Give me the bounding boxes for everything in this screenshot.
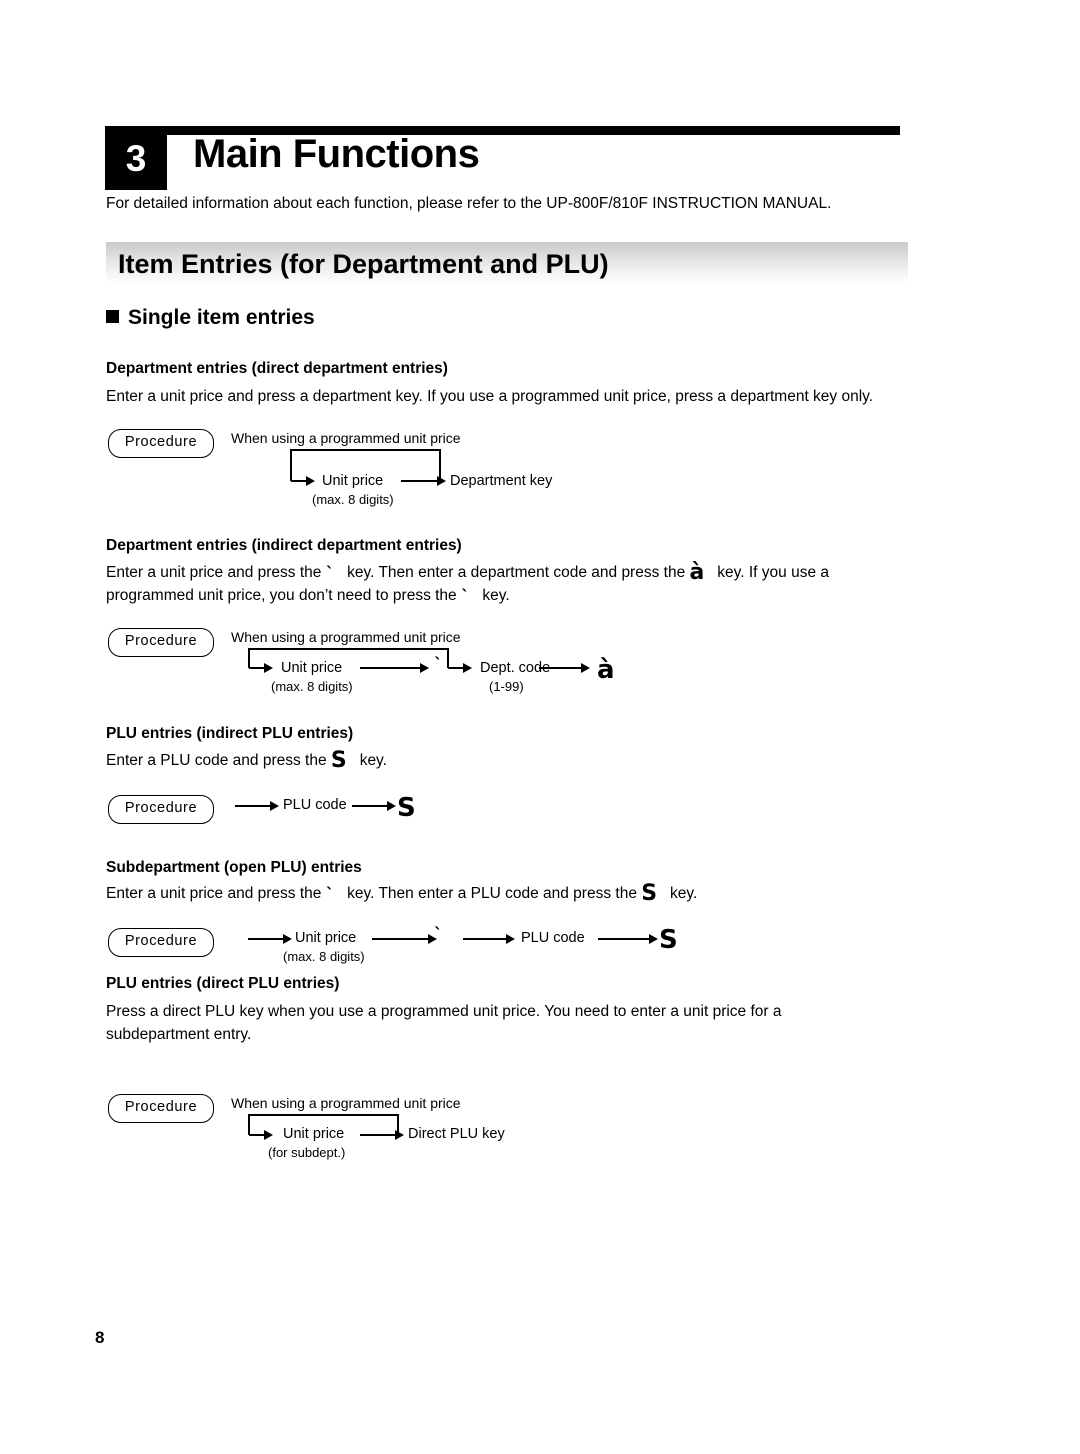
body-text-3: key. If you use a [717,564,830,581]
diagram-line [235,805,272,807]
arrow-head-icon [283,934,292,944]
diagram-label-unit-price: Unit price [281,660,343,676]
block-body-dept-indirect: Enter a unit price and press the ` key. … [106,561,946,607]
diagram-line [598,938,651,940]
price-key-icon: ` [434,925,443,945]
subsection-heading-label: Single item entries [128,306,315,329]
diagram-line [248,1114,250,1135]
section-bar: Item Entries (for Department and PLU) [106,242,908,284]
dept-key-icon: à [597,655,615,685]
diagram-label-unit-price: Unit price [283,1126,345,1142]
diagram-line [248,938,285,940]
price-key-icon: ` [325,885,335,905]
procedure-button-dept-indirect[interactable]: Procedure [108,628,214,657]
arrow-head-icon [463,663,472,673]
page-number: 8 [95,1328,105,1347]
arrow-head-icon [395,1130,404,1140]
diagram-line [447,648,449,668]
body-text-2: key. Then enter a department code and pr… [347,564,686,581]
block-title-dept-indirect: Department entries (indirect department … [106,537,462,554]
diagram-note-dept-direct: When using a programmed unit price [231,430,461,446]
arrow-head-icon [420,663,429,673]
body-text-2: key. [359,752,387,769]
block-body-plu-direct: Press a direct PLU key when you use a pr… [106,1000,966,1046]
arrow-head-icon [270,801,279,811]
chapter-number: 3 [105,128,167,190]
block-title-subdept: Subdepartment (open PLU) entries [106,859,362,876]
block-body-plu-indirect: Enter a PLU code and press the S key. [106,749,946,772]
arrow-head-icon [437,476,446,486]
diagram-line [290,449,440,451]
section-title: Item Entries (for Department and PLU) [118,249,609,279]
diagram-line [290,449,292,481]
diagram-label-department-key: Department key [450,473,553,489]
diagram-line [401,480,439,482]
body-text-1: Enter a unit price and press the [106,885,322,902]
body-text-2: subdepartment entry. [106,1026,252,1043]
diagram-label-dept-code: Dept. code [480,660,551,676]
diagram-label-for-subdept: (for subdept.) [268,1145,346,1160]
body-text-4: programmed unit price, you don’t need to… [106,587,457,604]
diagram-label-max-digits: (max. 8 digits) [283,949,365,964]
square-bullet-icon [106,310,119,323]
diagram-line [360,667,422,669]
diagram-label-unit-price: Unit price [322,473,384,489]
body-text-2: key. Then enter a PLU code and press the [347,885,637,902]
diagram-note-plu-direct: When using a programmed unit price [231,1095,461,1111]
block-title-plu-indirect: PLU entries (indirect PLU entries) [106,725,354,742]
arrow-head-icon [581,663,590,673]
document-page: 3 Main Functions For detailed informatio… [0,0,1080,1454]
chapter-intro: For detailed information about each func… [106,195,832,212]
diagram-label-max-digits: (max. 8 digits) [271,679,353,694]
plu-key-icon: S [659,925,678,955]
price-key-icon: ` [434,655,443,675]
chapter-header: 3 Main Functions [105,110,905,190]
procedure-button-plu-indirect[interactable]: Procedure [108,795,214,824]
procedure-button-subdept[interactable]: Procedure [108,928,214,957]
arrow-head-icon [387,801,396,811]
block-title-dept-direct: Department entries (direct department en… [106,360,448,377]
body-text-1: Enter a unit price and press the [106,564,322,581]
dept-key-icon: à [689,560,705,585]
body-text-1: Enter a PLU code and press the [106,752,327,769]
plu-key-icon: S [397,793,416,823]
diagram-label-dept-range: (1-99) [489,679,524,694]
arrow-head-icon [649,934,658,944]
procedure-button-plu-direct[interactable]: Procedure [108,1094,214,1123]
diagram-line [248,648,250,668]
plu-key-icon: S [641,881,658,906]
block-title-plu-direct: PLU entries (direct PLU entries) [106,975,340,992]
diagram-label-plu-code: PLU code [521,930,585,946]
diagram-label-direct-plu-key: Direct PLU key [408,1126,505,1142]
diagram-line [463,938,508,940]
subsection-heading: Single item entries [106,306,315,330]
body-text-1: Press a direct PLU key when you use a pr… [106,1003,782,1020]
price-key-icon: ` [325,564,335,584]
diagram-label-unit-price: Unit price [295,930,357,946]
block-body-subdept: Enter a unit price and press the ` key. … [106,882,966,905]
arrow-head-icon [264,663,273,673]
arrow-head-icon [264,1130,273,1140]
diagram-label-plu-code: PLU code [283,797,347,813]
procedure-button-dept-direct[interactable]: Procedure [108,429,214,458]
diagram-line [248,648,448,650]
body-text-3: key. [670,885,698,902]
diagram-note-dept-indirect: When using a programmed unit price [231,629,461,645]
plu-key-icon: S [330,748,347,773]
diagram-line [372,938,430,940]
block-body-dept-direct: Enter a unit price and press a departmen… [106,388,874,405]
arrow-head-icon [506,934,515,944]
diagram-line [360,1134,398,1136]
chapter-title: Main Functions [193,132,480,176]
arrow-head-icon [306,476,315,486]
price-key-icon: ` [461,587,470,607]
diagram-line [352,805,389,807]
body-text-5: key. [482,587,510,604]
diagram-line [248,1114,398,1116]
diagram-label-max-digits: (max. 8 digits) [312,492,394,507]
